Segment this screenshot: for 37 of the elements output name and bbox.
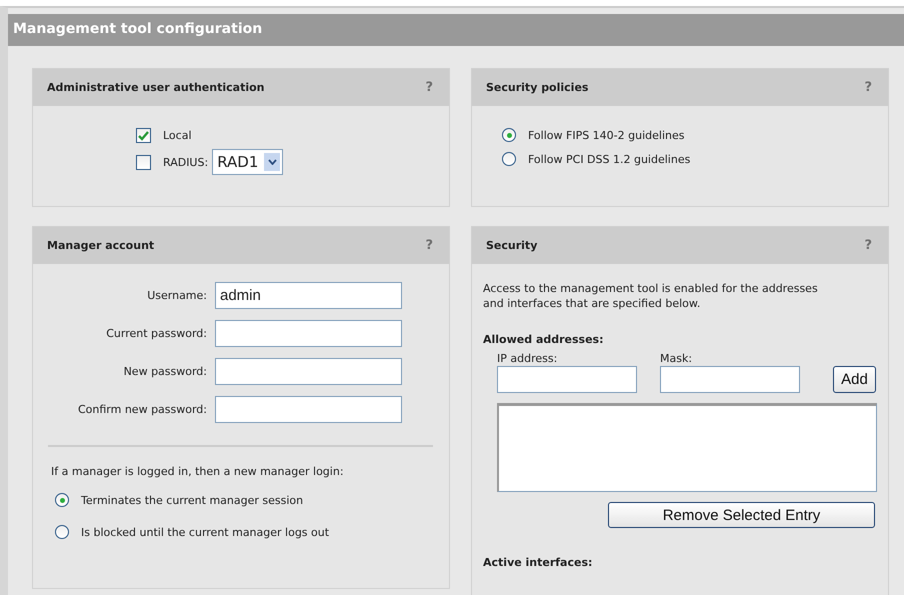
radio-label: Is blocked until the current manager logs out xyxy=(81,526,330,538)
radio-button[interactable] xyxy=(55,525,69,539)
checkbox-label: Local xyxy=(163,129,192,142)
input-field[interactable] xyxy=(660,366,800,393)
server-dropdown[interactable]: RAD1 xyxy=(212,149,284,175)
field-label: IP address: xyxy=(497,352,558,365)
panel-title: Administrative user authentication xyxy=(47,81,264,94)
panel-title: Manager account xyxy=(47,239,154,252)
checkbox[interactable] xyxy=(136,128,151,143)
radio-button[interactable] xyxy=(502,152,516,166)
input-field[interactable] xyxy=(215,320,402,347)
field-label: Current password: xyxy=(105,327,208,340)
page-title: Management tool configuration xyxy=(8,14,904,46)
input-field[interactable] xyxy=(215,396,402,423)
radio-label: Follow FIPS 140-2 guidelines xyxy=(528,128,684,142)
add-button[interactable]: Add xyxy=(833,366,876,393)
input-field[interactable] xyxy=(215,358,402,385)
field-label: Mask: xyxy=(660,352,694,365)
address-list[interactable] xyxy=(497,403,877,492)
input-field[interactable]: admin xyxy=(215,282,402,309)
radio-button[interactable] xyxy=(55,493,69,507)
panel-title: Security xyxy=(486,239,538,252)
input-field[interactable] xyxy=(497,366,637,393)
remove-button[interactable]: Remove Selected Entry xyxy=(608,502,875,528)
login-note: If a manager is logged in, then a new manager login: xyxy=(50,464,345,479)
section-heading: Active interfaces: xyxy=(482,555,594,569)
panel-title: Security policies xyxy=(486,81,588,94)
field-label: Confirm new password: xyxy=(76,403,208,416)
field-label: New password: xyxy=(122,365,208,378)
section-heading: Allowed addresses: xyxy=(482,332,604,346)
checkbox-label: RADIUS: xyxy=(163,156,208,168)
radio-label: Follow PCI DSS 1.2 guidelines xyxy=(528,152,690,166)
security-description: Access to the management tool is enabled for the addresses and interfaces that are specified below. xyxy=(482,281,819,311)
radio-label: Terminates the current manager session xyxy=(81,494,304,506)
field-label: Username: xyxy=(146,289,208,302)
checkbox[interactable] xyxy=(136,154,151,170)
radio-button[interactable] xyxy=(502,128,516,142)
